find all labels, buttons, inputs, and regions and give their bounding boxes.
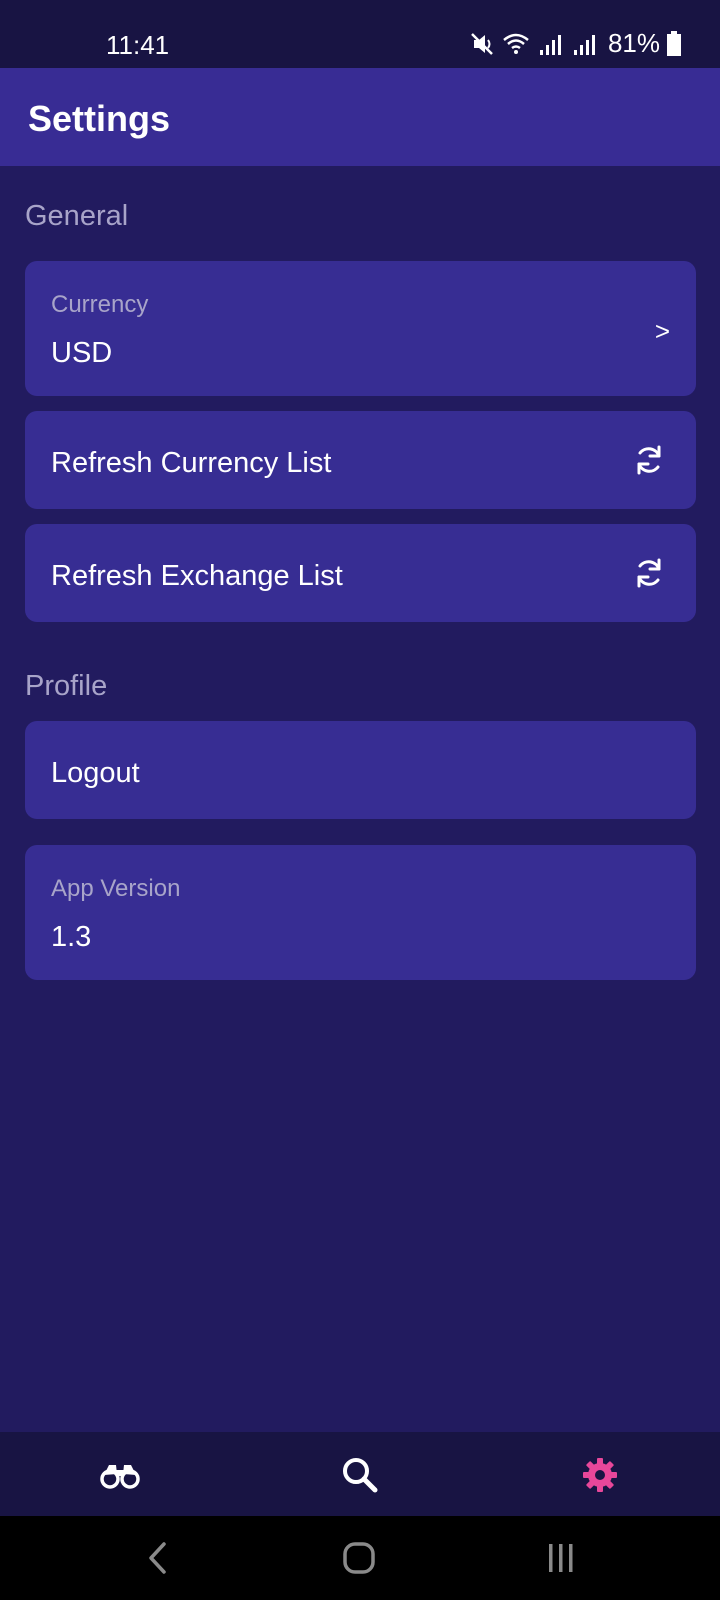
refresh-icon <box>637 558 661 588</box>
battery-percent: 81% <box>607 28 660 58</box>
signal-icon <box>573 34 595 55</box>
gear-icon <box>583 1458 617 1492</box>
search-icon <box>343 1458 378 1493</box>
signal-icon <box>539 34 561 55</box>
refresh-currency-list-button[interactable]: Refresh Currency List <box>25 411 696 509</box>
back-icon <box>149 1542 166 1574</box>
battery-icon <box>667 30 681 56</box>
currency-value: USD <box>51 337 113 369</box>
nav-search-button[interactable] <box>337 1452 383 1498</box>
bottom-nav <box>0 1432 720 1516</box>
binoculars-icon <box>100 1465 140 1489</box>
status-icons: 81% <box>468 28 682 59</box>
logout-label: Logout <box>51 757 140 789</box>
home-icon <box>343 1542 375 1574</box>
app-bar: Settings <box>0 68 720 166</box>
chevron-right-icon: > <box>654 316 670 346</box>
nav-explore-button[interactable] <box>97 1452 143 1498</box>
currency-setting[interactable]: Currency USD > <box>25 261 696 396</box>
refresh-exchange-list-button[interactable]: Refresh Exchange List <box>25 524 696 622</box>
app-version-label: App Version <box>51 875 181 902</box>
app-version-value: 1.3 <box>51 921 92 953</box>
status-bar: 11:41 81% <box>0 0 720 68</box>
system-nav-bar <box>0 1516 720 1600</box>
logout-button[interactable]: Logout <box>25 721 696 819</box>
refresh-exchange-list-label: Refresh Exchange List <box>51 560 343 592</box>
system-recents-button[interactable] <box>539 1536 583 1580</box>
section-label-general: General <box>25 200 129 232</box>
system-back-button[interactable] <box>136 1536 180 1580</box>
refresh-currency-list-label: Refresh Currency List <box>51 447 332 479</box>
currency-label: Currency <box>51 291 149 318</box>
section-label-profile: Profile <box>25 670 108 702</box>
recents-icon <box>549 1544 573 1572</box>
app-version-item: App Version 1.3 <box>25 845 696 980</box>
wifi-icon <box>503 33 529 54</box>
nav-settings-button[interactable] <box>577 1452 623 1498</box>
status-time: 11:41 <box>106 30 170 60</box>
page-title: Settings <box>28 98 171 139</box>
mute-icon <box>471 32 493 55</box>
refresh-icon <box>637 445 661 475</box>
system-home-button[interactable] <box>337 1536 381 1580</box>
